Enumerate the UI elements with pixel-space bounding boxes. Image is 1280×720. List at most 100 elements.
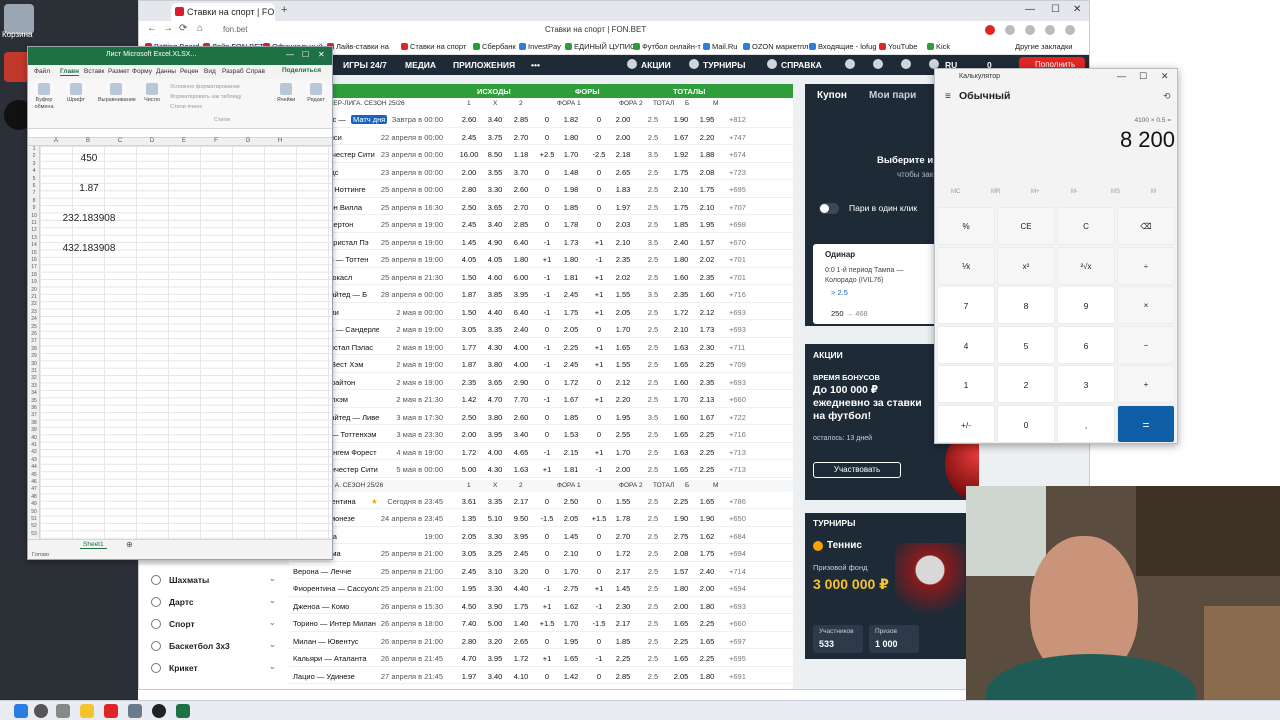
event-row[interactable]: нмут — Лидс23 апреля в 00:002.003.553.70… [289,163,793,180]
obs-icon[interactable] [152,704,166,718]
odd-cell[interactable]: 1.62 [695,532,719,541]
odd-cell[interactable]: 3.20 [483,637,507,646]
nav-apps[interactable]: ПРИЛОЖЕНИЯ [453,60,515,70]
digit-9[interactable]: 9 [1057,286,1115,324]
odd-cell[interactable]: 2.18 [611,150,635,159]
row-header[interactable]: 46 [28,479,40,485]
odd-cell[interactable]: 9.50 [509,514,533,523]
row-header[interactable]: 26 [28,331,40,337]
odd-cell[interactable]: 1.75 [695,549,719,558]
more-markets[interactable]: +693 [729,378,746,387]
odd-cell[interactable]: 1.70 [559,619,583,628]
bookmark[interactable]: OZON маркетпл [743,42,808,51]
row-header[interactable]: 23 [28,309,40,315]
column-header[interactable]: E [168,138,200,144]
menu-developer[interactable]: Разраб [222,68,244,75]
one-click-toggle[interactable] [819,203,839,214]
event-row[interactable]: енал — Фулхэм2 мая в 21:301.424.707.70-1… [289,390,793,408]
conditional-formatting[interactable]: Условное форматирование [170,84,240,90]
odd-cell[interactable]: 2.00 [457,430,481,439]
reload-icon[interactable]: ⟳ [179,23,187,34]
row-header[interactable]: 16 [28,257,40,263]
search-icon[interactable] [845,59,855,69]
odd-cell[interactable]: 1.80 [695,672,719,681]
odd-cell[interactable]: 2.75 [669,532,693,541]
odd-cell[interactable]: 2.30 [695,343,719,352]
digit-1[interactable]: 1 [937,365,995,403]
more-markets[interactable]: +693 [729,308,746,317]
match-name[interactable]: Фиорентина — Сассуоло [293,584,379,593]
odd-cell[interactable]: 2.25 [695,465,719,474]
event-row[interactable]: ньюа — Рома25 апреля в 21:003.053.252.45… [289,544,793,562]
odd-cell[interactable]: 6.00 [509,273,533,282]
odd-cell[interactable]: 1.55 [611,360,635,369]
odd-cell[interactable]: 1.60 [669,273,693,282]
row-header[interactable]: 38 [28,420,40,426]
maximize-icon[interactable]: ☐ [1051,4,1060,15]
row-header[interactable]: 30 [28,361,40,367]
sport-item-darts[interactable]: Дартс ⌄ [151,592,281,614]
row-header[interactable]: 25 [28,324,40,330]
odd-cell[interactable]: 2.85 [509,220,533,229]
sqrt-button[interactable]: ²√x [1057,246,1115,285]
odd-cell[interactable]: 4.50 [457,602,481,611]
sheet-tab[interactable]: Sheet1 [80,541,107,549]
odd-cell[interactable]: 1.50 [457,273,481,282]
bookmark[interactable]: Футбол онлайн-т [633,42,701,51]
odd-cell[interactable]: 1.65 [669,360,693,369]
odd-cell[interactable]: 4.40 [509,584,533,593]
negate-button[interactable]: +/- [937,404,995,443]
back-icon[interactable]: ← [147,23,157,34]
odd-cell[interactable]: 1.60 [669,413,693,422]
event-row[interactable]: Лацио — Удинезе 27 апреля в 21:45 1.97 3.40… [289,667,793,684]
odd-cell[interactable]: 1.72 [509,654,533,663]
odd-cell[interactable]: 1.65 [669,465,693,474]
digit-8[interactable]: 8 [997,286,1055,324]
more-markets[interactable]: +716 [729,290,746,299]
odd-cell[interactable]: 4.00 [509,360,533,369]
row-header[interactable]: 35 [28,398,40,404]
event-row[interactable]: т Хэм — Эвертон25 апреля в 19:002.453.40… [289,215,793,233]
odd-cell[interactable]: 3.30 [483,584,507,593]
menu-view[interactable]: Вид [204,68,216,75]
search-icon[interactable] [34,704,48,718]
nav-tournaments[interactable]: ТУРНИРЫ [703,60,745,70]
sport-item-chess[interactable]: Шахматы ⌄ [151,570,281,592]
ribbon-editing[interactable]: Редакт [304,83,328,104]
more-markets[interactable]: +716 [729,430,746,439]
more-markets[interactable]: +786 [729,497,746,506]
odd-cell[interactable]: 1.45 [611,584,635,593]
odd-cell[interactable]: 1.55 [611,290,635,299]
more-markets[interactable]: +697 [729,637,746,646]
multiply-button[interactable]: × [1117,286,1175,324]
minimize-icon[interactable]: — [1117,71,1126,81]
odd-cell[interactable]: 1.70 [611,448,635,457]
row-header[interactable]: 37 [28,412,40,418]
menu-formulas[interactable]: Форму [132,68,152,75]
odd-cell[interactable]: 2.75 [559,584,583,593]
row-header[interactable]: 4 [28,168,40,174]
odd-cell[interactable]: 1.50 [457,308,481,317]
row-header[interactable]: 14 [28,242,40,248]
odd-cell[interactable]: 1.60 [695,290,719,299]
event-row[interactable]: оли — Кремонезе24 апреля в 23:451.355.10… [289,509,793,527]
odd-cell[interactable]: 2.70 [509,133,533,142]
backspace-button[interactable]: ⌫ [1117,207,1175,245]
odd-cell[interactable]: 1.90 [669,514,693,523]
odd-cell[interactable]: 1.90 [695,514,719,523]
odd-cell[interactable]: 2.25 [695,448,719,457]
plus-button[interactable]: + [1117,365,1175,403]
more-markets[interactable]: +694 [729,549,746,558]
odd-cell[interactable]: 1.87 [457,360,481,369]
odd-cell[interactable]: 2.10 [611,238,635,247]
match-name[interactable]: Кальяри — Аталанта [293,654,379,663]
odd-cell[interactable]: 2.45 [457,220,481,229]
my-bets-tab[interactable]: Мои пари [869,90,916,101]
minimize-icon[interactable]: — [1025,4,1035,15]
odd-cell[interactable]: 1.75 [559,308,583,317]
odd-cell[interactable]: 2.55 [611,430,635,439]
more-markets[interactable]: +812 [729,115,746,124]
row-header[interactable]: 50 [28,509,40,515]
odd-cell[interactable]: 1.18 [509,150,533,159]
odd-cell[interactable]: 1.72 [611,549,635,558]
